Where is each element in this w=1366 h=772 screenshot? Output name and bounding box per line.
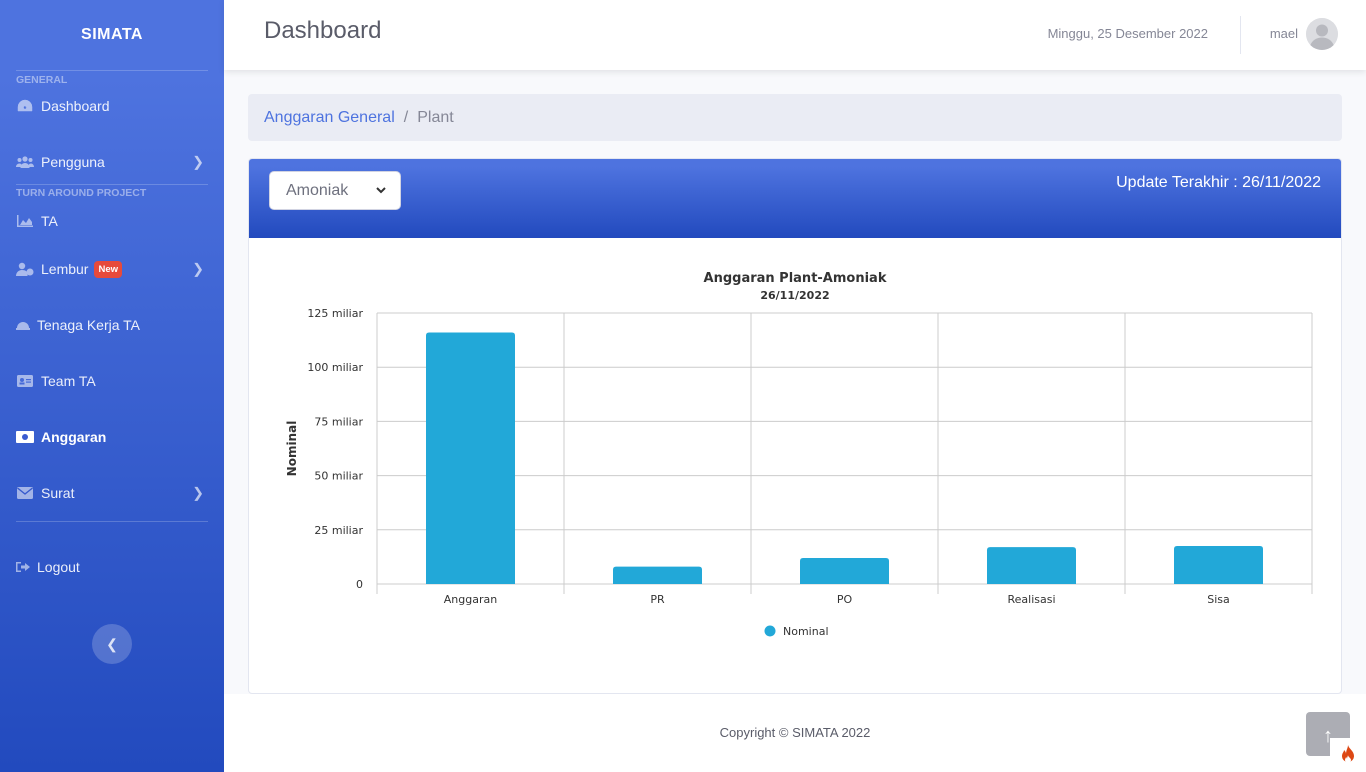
- breadcrumb-separator: /: [403, 108, 409, 126]
- copyright-text: Copyright © SIMATA 2022: [719, 725, 871, 740]
- breadcrumb: Anggaran General / Plant: [248, 94, 1342, 141]
- sidebar-item-tenaga-kerja-ta[interactable]: Tenaga Kerja TA: [0, 297, 224, 353]
- sidebar-item-anggaran[interactable]: Anggaran: [0, 409, 224, 465]
- avatar[interactable]: [1306, 18, 1338, 50]
- chart-card: Amoniak Update Terakhir : 26/11/2022 Ang…: [248, 158, 1342, 694]
- user-avatar-icon: [1306, 18, 1338, 50]
- y-tick-label: 125 miliar: [307, 307, 363, 320]
- sidebar-item-team-ta[interactable]: Team TA: [0, 353, 224, 409]
- brand[interactable]: SIMATA: [0, 0, 224, 70]
- plant-select[interactable]: Amoniak: [269, 171, 401, 210]
- sidebar-item-label: Dashboard: [41, 98, 110, 114]
- plant-select-value: Amoniak: [286, 181, 349, 199]
- card-header: Amoniak Update Terakhir : 26/11/2022: [249, 159, 1341, 238]
- y-axis-label: Nominal: [285, 421, 299, 477]
- y-tick-label: 0: [356, 578, 363, 591]
- bar: [987, 547, 1076, 584]
- sidebar-item-dashboard[interactable]: Dashboard: [0, 84, 224, 128]
- money-bill-icon: [16, 430, 34, 444]
- sidebar-item-pengguna[interactable]: Pengguna ❯: [0, 128, 224, 196]
- sidebar-item-label: Pengguna: [41, 154, 105, 170]
- x-tick-label: Anggaran: [444, 593, 497, 606]
- sidebar-item-label: Logout: [37, 559, 80, 575]
- hard-hat-icon: [16, 318, 30, 332]
- chevron-right-icon: ❯: [192, 260, 204, 277]
- user-clock-icon: [16, 262, 34, 276]
- chart-subtitle: 26/11/2022: [760, 289, 829, 302]
- breadcrumb-link[interactable]: Anggaran General: [264, 109, 395, 127]
- envelope-icon: [16, 486, 34, 500]
- legend-label: Nominal: [783, 625, 829, 638]
- bar: [1174, 546, 1263, 584]
- sidebar-item-ta[interactable]: TA: [0, 201, 224, 241]
- bar: [800, 557, 889, 584]
- last-update-text: Update Terakhir : 26/11/2022: [1116, 174, 1321, 191]
- sidebar-item-surat[interactable]: Surat ❯: [0, 465, 224, 521]
- tachometer-icon: [16, 99, 34, 113]
- sidebar-divider: [16, 70, 208, 71]
- topbar: Dashboard Minggu, 25 Desember 2022 mael: [224, 0, 1366, 70]
- y-tick-label: 25 miliar: [314, 524, 363, 537]
- users-icon: [16, 155, 34, 169]
- x-tick-label: PO: [837, 593, 853, 606]
- x-tick-label: Realisasi: [1007, 593, 1055, 606]
- y-tick-label: 100 miliar: [307, 361, 363, 374]
- chart-area: Anggaran Plant-Amoniak 26/11/2022 0 25 mili…: [249, 238, 1341, 693]
- sidebar-item-label: Anggaran: [41, 429, 107, 445]
- topbar-divider: [1240, 16, 1241, 54]
- sidebar-item-label: TA: [41, 213, 58, 229]
- chevron-down-icon: [376, 187, 386, 194]
- y-tick-label: 75 miliar: [314, 415, 363, 428]
- chart-title: Anggaran Plant-Amoniak: [704, 271, 887, 286]
- id-card-icon: [16, 374, 34, 388]
- sidebar-item-label: Lembur: [41, 261, 89, 277]
- chevron-right-icon: ❯: [192, 484, 204, 501]
- bar: [613, 566, 702, 584]
- chevron-left-icon: ❮: [106, 635, 118, 652]
- sign-out-icon: [16, 560, 30, 574]
- area-chart-icon: [16, 214, 34, 228]
- sidebar-item-label: Team TA: [41, 373, 96, 389]
- sidebar-item-label: Tenaga Kerja TA: [37, 317, 140, 333]
- bar: [426, 332, 515, 584]
- y-tick-label: 50 miliar: [314, 470, 363, 483]
- sidebar-toggle-button[interactable]: ❮: [92, 624, 132, 664]
- chevron-right-icon: ❯: [192, 153, 204, 170]
- sidebar-item-label: Surat: [41, 485, 75, 501]
- x-tick-label: Sisa: [1207, 593, 1230, 606]
- user-name[interactable]: mael: [1270, 26, 1298, 41]
- fire-icon: [1330, 738, 1366, 772]
- sidebar: SIMATA GENERAL Dashboard Pengguna ❯ TURN…: [0, 0, 224, 772]
- sidebar-item-logout[interactable]: Logout: [0, 522, 224, 612]
- new-badge: New: [94, 260, 123, 278]
- bar-chart: Anggaran Plant-Amoniak 26/11/2022 0 25 mili…: [285, 271, 1313, 638]
- x-tick-label: PR: [650, 593, 665, 606]
- legend-marker: [764, 625, 776, 637]
- breadcrumb-current: Plant: [417, 108, 454, 126]
- page-title: Dashboard: [264, 17, 382, 44]
- footer: Copyright © SIMATA 2022: [224, 694, 1366, 772]
- current-date: Minggu, 25 Desember 2022: [1047, 26, 1208, 41]
- sidebar-item-lembur[interactable]: Lembur New ❯: [0, 241, 224, 297]
